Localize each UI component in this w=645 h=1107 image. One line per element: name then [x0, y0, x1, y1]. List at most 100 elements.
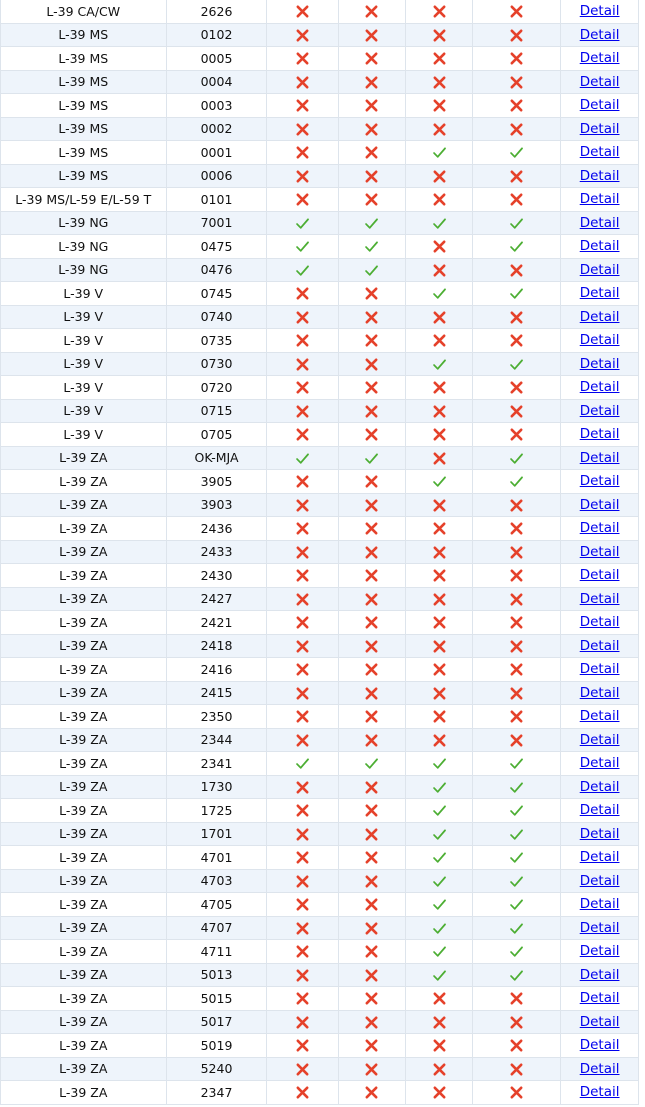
cross-icon	[432, 1014, 447, 1029]
detail-link[interactable]: Detail	[580, 379, 620, 395]
detail-link[interactable]: Detail	[580, 144, 620, 160]
cross-icon	[295, 1037, 310, 1052]
status-cell-4	[472, 69, 562, 94]
cross-icon	[364, 943, 379, 958]
detail-link[interactable]: Detail	[580, 661, 620, 677]
detail-link[interactable]: Detail	[580, 356, 620, 372]
detail-link[interactable]: Detail	[580, 591, 620, 607]
status-cell-4	[472, 0, 562, 24]
detail-link[interactable]: Detail	[580, 920, 620, 936]
status-cell-4	[472, 751, 562, 776]
cross-icon	[295, 50, 310, 65]
detail-cell: Detail	[560, 516, 639, 541]
cross-icon	[364, 802, 379, 817]
detail-link[interactable]: Detail	[580, 990, 620, 1006]
detail-link[interactable]: Detail	[580, 802, 620, 818]
detail-link[interactable]: Detail	[580, 97, 620, 113]
detail-cell: Detail	[560, 116, 639, 141]
check-icon	[432, 473, 447, 488]
detail-link[interactable]: Detail	[580, 685, 620, 701]
cross-icon	[295, 97, 310, 112]
detail-cell: Detail	[560, 821, 639, 846]
serial-cell: 4711	[165, 939, 268, 964]
cross-icon	[364, 614, 379, 629]
cross-icon	[295, 403, 310, 418]
detail-link[interactable]: Detail	[580, 943, 620, 959]
model-cell: L-39 ZA	[0, 986, 167, 1011]
status-cell-1	[266, 751, 340, 776]
check-icon	[295, 238, 310, 253]
detail-link[interactable]: Detail	[580, 450, 620, 466]
detail-link[interactable]: Detail	[580, 1084, 620, 1100]
detail-link[interactable]: Detail	[580, 873, 620, 889]
detail-link[interactable]: Detail	[580, 544, 620, 560]
check-icon	[432, 849, 447, 864]
detail-link[interactable]: Detail	[580, 826, 620, 842]
detail-link[interactable]: Detail	[580, 309, 620, 325]
detail-link[interactable]: Detail	[580, 403, 620, 419]
cross-icon	[364, 873, 379, 888]
detail-link[interactable]: Detail	[580, 779, 620, 795]
cross-icon	[432, 661, 447, 676]
cross-icon	[509, 168, 524, 183]
cross-icon	[295, 873, 310, 888]
detail-link[interactable]: Detail	[580, 27, 620, 43]
status-cell-2	[338, 492, 406, 517]
table-row: L-39 ZA 3903 Detail	[0, 492, 639, 517]
detail-link[interactable]: Detail	[580, 497, 620, 513]
detail-link[interactable]: Detail	[580, 849, 620, 865]
detail-link[interactable]: Detail	[580, 191, 620, 207]
serial-cell: 1725	[165, 798, 268, 823]
detail-link[interactable]: Detail	[580, 614, 620, 630]
detail-link[interactable]: Detail	[580, 215, 620, 231]
cross-icon	[509, 403, 524, 418]
detail-link[interactable]: Detail	[580, 708, 620, 724]
model-cell: L-39 ZA	[0, 727, 167, 752]
detail-cell: Detail	[560, 422, 639, 447]
model-cell: L-39 ZA	[0, 704, 167, 729]
cross-icon	[432, 708, 447, 723]
model-cell: L-39 ZA	[0, 821, 167, 846]
detail-link[interactable]: Detail	[580, 332, 620, 348]
detail-cell: Detail	[560, 727, 639, 752]
detail-link[interactable]: Detail	[580, 896, 620, 912]
detail-link[interactable]: Detail	[580, 262, 620, 278]
detail-link[interactable]: Detail	[580, 426, 620, 442]
detail-link[interactable]: Detail	[580, 168, 620, 184]
detail-link[interactable]: Detail	[580, 50, 620, 66]
table-row: L-39 V 0740 Detail	[0, 304, 639, 329]
detail-link[interactable]: Detail	[580, 121, 620, 137]
status-cell-3	[404, 445, 474, 470]
model-cell: L-39 MS	[0, 46, 167, 71]
detail-link[interactable]: Detail	[580, 967, 620, 983]
model-cell: L-39 V	[0, 304, 167, 329]
check-icon	[432, 755, 447, 770]
status-cell-4	[472, 657, 562, 682]
detail-link[interactable]: Detail	[580, 74, 620, 90]
detail-link[interactable]: Detail	[580, 3, 620, 19]
status-cell-3	[404, 1033, 474, 1058]
detail-link[interactable]: Detail	[580, 285, 620, 301]
cross-icon	[364, 191, 379, 206]
table-row: L-39 NG 0475 Detail	[0, 234, 639, 259]
serial-cell: 2416	[165, 657, 268, 682]
detail-link[interactable]: Detail	[580, 473, 620, 489]
detail-link[interactable]: Detail	[580, 1037, 620, 1053]
detail-link[interactable]: Detail	[580, 755, 620, 771]
table-row: L-39 ZA 4707 Detail	[0, 915, 639, 940]
detail-link[interactable]: Detail	[580, 238, 620, 254]
detail-cell: Detail	[560, 633, 639, 658]
detail-link[interactable]: Detail	[580, 1014, 620, 1030]
detail-link[interactable]: Detail	[580, 1061, 620, 1077]
detail-link[interactable]: Detail	[580, 732, 620, 748]
cross-icon	[295, 567, 310, 582]
detail-cell: Detail	[560, 751, 639, 776]
detail-link[interactable]: Detail	[580, 638, 620, 654]
model-cell: L-39 V	[0, 281, 167, 306]
cross-icon	[509, 262, 524, 277]
detail-cell: Detail	[560, 610, 639, 635]
status-cell-4	[472, 304, 562, 329]
detail-link[interactable]: Detail	[580, 567, 620, 583]
cross-icon	[364, 27, 379, 42]
detail-link[interactable]: Detail	[580, 520, 620, 536]
